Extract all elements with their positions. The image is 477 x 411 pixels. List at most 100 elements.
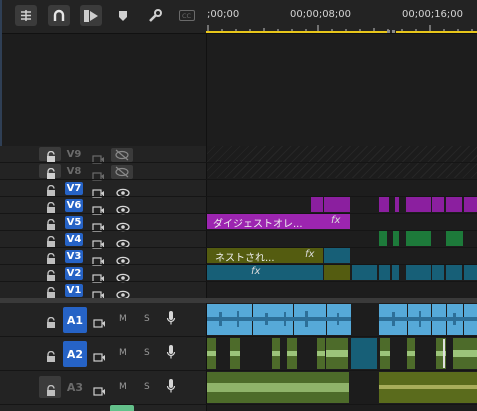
clip-v2[interactable] [406, 265, 431, 280]
microphone-icon[interactable] [166, 310, 176, 330]
lock-icon[interactable] [45, 233, 57, 247]
add-marker-button[interactable] [112, 5, 134, 26]
timecode-label: ;00;00 [207, 9, 240, 20]
track-separator [0, 404, 477, 405]
mute-button[interactable]: M [119, 314, 127, 324]
clip-v2[interactable] [432, 265, 444, 280]
clip-v6[interactable] [432, 197, 444, 212]
clip-v3-nested[interactable]: ネストされ... fx [207, 248, 323, 263]
track-label[interactable]: A3 [63, 375, 87, 399]
track-label[interactable]: A1 [63, 307, 87, 333]
track-label[interactable]: V3 [65, 250, 83, 263]
snap-icon [19, 9, 33, 22]
time-ruler[interactable]: ;00;00 00;00;08;00 00;00;16;00 [206, 0, 477, 33]
microphone-icon[interactable] [166, 378, 176, 398]
captions-button[interactable]: CC [176, 5, 198, 26]
linked-selection-button[interactable] [80, 5, 102, 26]
svg-text:CC: CC [182, 12, 192, 20]
header-divider [0, 33, 477, 34]
lock-icon[interactable] [45, 250, 57, 264]
audio-track-header-a3: A3 M S [0, 371, 206, 404]
mute-button[interactable]: M [119, 382, 127, 392]
timeline-toolbar: CC [0, 0, 206, 33]
scroll-indicator[interactable] [110, 405, 134, 411]
clip-v4[interactable] [379, 231, 387, 246]
video-track-header-v7: V7 [0, 180, 206, 198]
clip-v2[interactable]: fx [207, 265, 323, 280]
clip-v4[interactable] [393, 231, 399, 246]
sync-lock-icon[interactable] [93, 313, 105, 332]
ruler-ticks [206, 25, 477, 33]
track-label[interactable]: V7 [65, 182, 83, 195]
clip-v5-title[interactable]: ダイジェストオレ... fx [207, 214, 350, 229]
clip-v6[interactable] [324, 197, 350, 212]
clip-v2[interactable] [352, 265, 377, 280]
track-label[interactable]: A2 [63, 341, 87, 367]
audio-track-header-a1: A1 M S [0, 303, 206, 336]
lock-icon[interactable] [45, 284, 57, 298]
clip-v6[interactable] [379, 197, 389, 212]
lock-icon[interactable] [45, 199, 57, 213]
clip-v6[interactable] [446, 197, 462, 212]
clip-v3[interactable] [324, 248, 350, 263]
lock-icon[interactable] [45, 382, 57, 396]
timecode-label: 00;00;08;00 [290, 9, 352, 20]
audio-clips-a3[interactable] [207, 371, 477, 404]
video-track-header-v4: V4 [0, 231, 206, 249]
track-label[interactable]: V4 [65, 233, 83, 246]
sync-lock-icon[interactable] [93, 381, 105, 400]
lock-icon[interactable] [45, 348, 57, 362]
track-label[interactable]: V9 [65, 148, 83, 161]
clip-v2[interactable] [446, 265, 462, 280]
solo-button[interactable]: S [144, 348, 150, 358]
lock-icon[interactable] [45, 267, 57, 281]
sync-lock-icon[interactable] [93, 347, 105, 366]
clip-v4[interactable] [446, 231, 463, 246]
track-label[interactable]: V1 [65, 284, 83, 297]
video-track-header-v3: V3 [0, 248, 206, 266]
solo-button[interactable]: S [144, 314, 150, 324]
marker-icon [118, 10, 128, 22]
clip-v4[interactable] [406, 231, 431, 246]
mute-button[interactable]: M [119, 348, 127, 358]
microphone-icon[interactable] [166, 344, 176, 364]
track-label[interactable]: V6 [65, 199, 83, 212]
fx-badge: fx [305, 249, 315, 260]
clip-name: ネストされ... [215, 253, 275, 263]
timecode-label: 00;00;16;00 [402, 9, 464, 20]
clip-v6[interactable] [395, 197, 399, 212]
video-track-header-v1: V1 [0, 282, 206, 300]
video-track-header-v8: V8 [0, 163, 206, 181]
clip-v6[interactable] [311, 197, 323, 212]
lock-icon[interactable] [45, 182, 57, 196]
track-label[interactable]: V5 [65, 216, 83, 229]
lock-icon[interactable] [45, 216, 57, 230]
clip-v6[interactable] [406, 197, 431, 212]
clip-v2[interactable] [324, 265, 350, 280]
lock-icon[interactable] [45, 165, 57, 179]
audio-clips-a1[interactable] [207, 303, 477, 336]
video-track-header-v5: V5 [0, 214, 206, 232]
clip-v2[interactable] [392, 265, 399, 280]
audio-clips-a2[interactable] [207, 337, 477, 370]
solo-button[interactable]: S [144, 382, 150, 392]
track-label[interactable]: V2 [65, 267, 83, 280]
snap-button[interactable] [48, 5, 70, 26]
lock-icon[interactable] [45, 314, 57, 328]
fx-badge: fx [331, 215, 341, 226]
video-track-header-v2: V2 [0, 265, 206, 283]
captions-icon: CC [179, 10, 195, 21]
lock-icon[interactable] [45, 148, 57, 162]
insert-overwrite-button[interactable] [15, 5, 37, 26]
video-track-header-v6: V6 [0, 197, 206, 215]
clip-name: ダイジェストオレ... [213, 219, 303, 229]
clip-v2[interactable] [464, 265, 477, 280]
magnet-icon [52, 9, 66, 23]
linked-selection-icon [83, 9, 99, 23]
video-track-header-v9: V9 [0, 146, 206, 164]
wrench-icon [148, 8, 162, 23]
timeline-settings-button[interactable] [144, 5, 166, 26]
clip-v2[interactable] [379, 265, 390, 280]
clip-v6[interactable] [464, 197, 477, 212]
track-label[interactable]: V8 [65, 165, 83, 178]
